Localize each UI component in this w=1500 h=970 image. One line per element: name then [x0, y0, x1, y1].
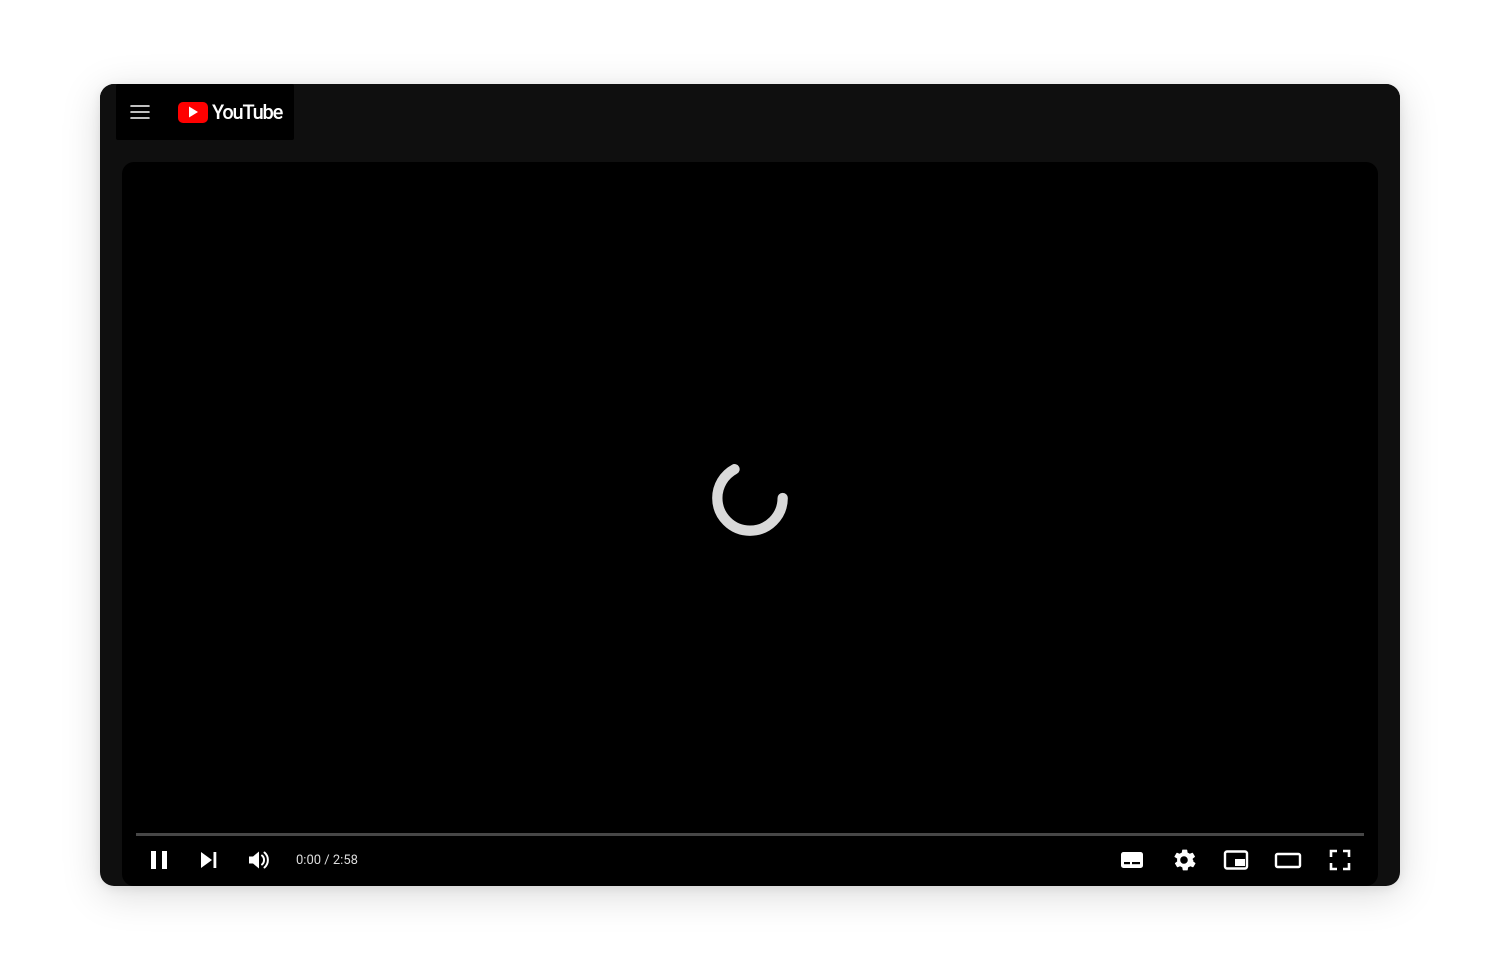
fullscreen-icon [1328, 848, 1352, 872]
video-canvas[interactable] [122, 162, 1378, 833]
controls-right [1108, 838, 1364, 882]
miniplayer-button[interactable] [1212, 838, 1260, 882]
fullscreen-button[interactable] [1316, 838, 1364, 882]
video-player: 0:00 / 2:58 [122, 162, 1378, 886]
pause-icon [148, 848, 170, 872]
header-left-cluster: YouTube [116, 84, 294, 140]
youtube-wordmark: YouTube [212, 100, 282, 124]
miniplayer-icon [1223, 849, 1249, 871]
subtitles-icon [1119, 849, 1145, 871]
app-window: YouTube [100, 84, 1400, 886]
next-icon [198, 849, 220, 871]
pause-button[interactable] [136, 838, 182, 882]
theater-icon [1274, 849, 1302, 871]
content-area: 0:00 / 2:58 [100, 140, 1400, 886]
loading-spinner-icon [707, 455, 793, 541]
youtube-play-icon [178, 102, 208, 123]
youtube-logo[interactable]: YouTube [178, 100, 282, 124]
progress-bar[interactable] [136, 833, 1364, 836]
volume-icon [246, 847, 272, 873]
settings-button[interactable] [1160, 838, 1208, 882]
hamburger-icon [128, 100, 152, 124]
gear-icon [1172, 848, 1196, 872]
theater-mode-button[interactable] [1264, 838, 1312, 882]
app-header: YouTube [100, 84, 1400, 140]
hamburger-menu-button[interactable] [120, 92, 160, 132]
controls-row: 0:00 / 2:58 [136, 838, 1364, 882]
time-display: 0:00 / 2:58 [286, 853, 364, 868]
controls-left: 0:00 / 2:58 [136, 838, 364, 882]
subtitles-button[interactable] [1108, 838, 1156, 882]
player-controls: 0:00 / 2:58 [122, 833, 1378, 886]
volume-button[interactable] [236, 838, 282, 882]
next-button[interactable] [186, 838, 232, 882]
